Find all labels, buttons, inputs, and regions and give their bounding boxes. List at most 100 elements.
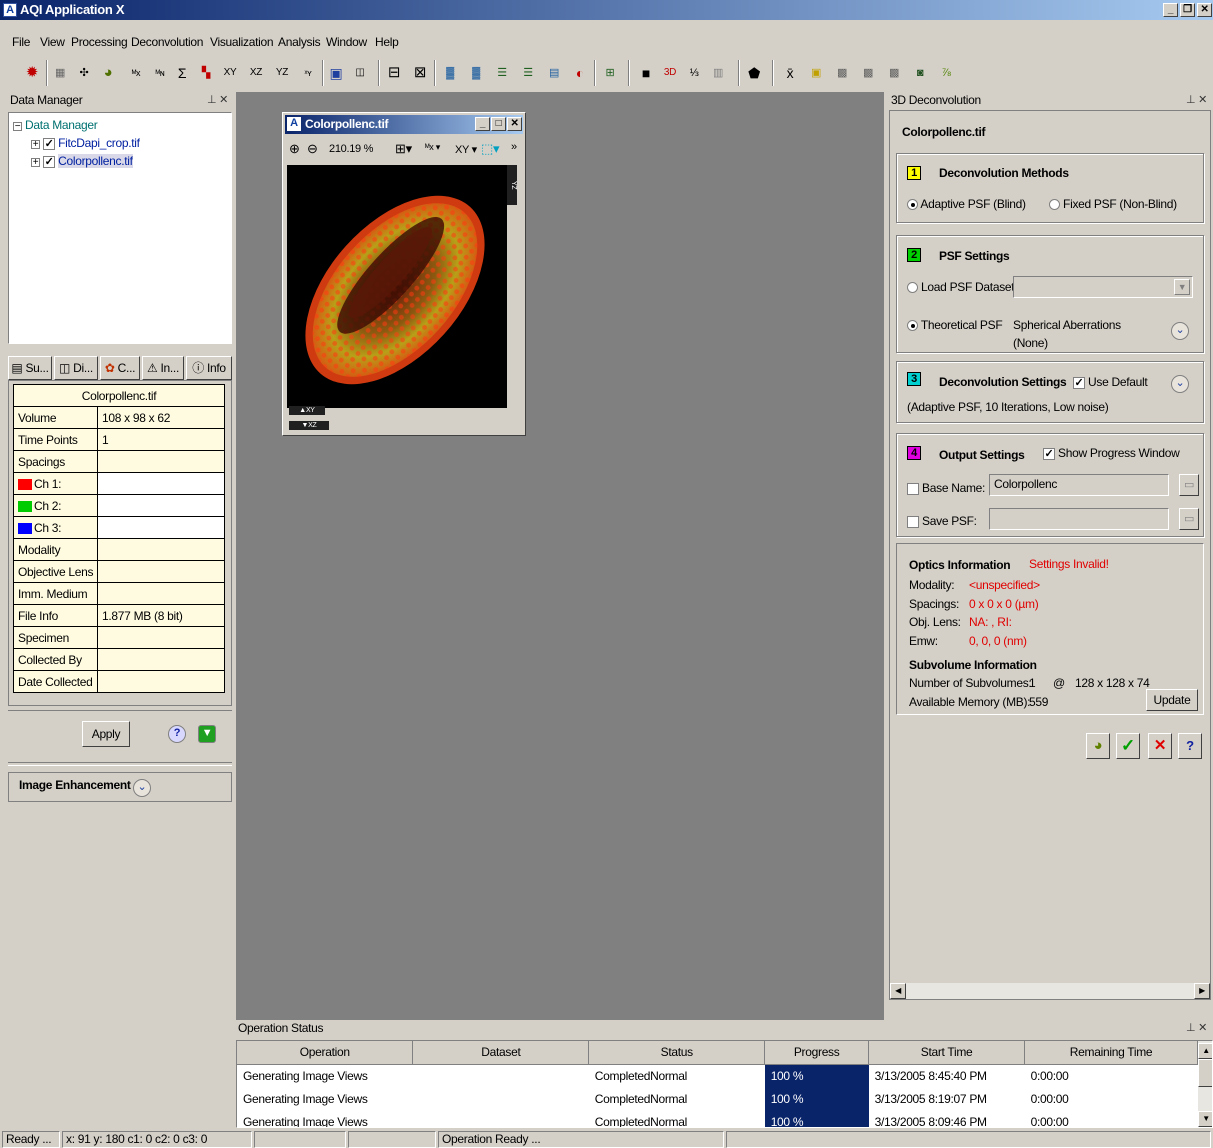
- ratio2-icon[interactable]: ⅞: [936, 63, 956, 83]
- bug-icon[interactable]: ✹: [22, 63, 42, 83]
- channel-icon[interactable]: ▚: [196, 63, 216, 83]
- scroll-left-icon[interactable]: ◀: [890, 983, 906, 999]
- property-value[interactable]: 1: [97, 428, 225, 451]
- scroll-thumb[interactable]: [1198, 1059, 1212, 1087]
- ratio-icon[interactable]: ⅓: [684, 63, 704, 83]
- menu-analysis[interactable]: Analysis: [278, 35, 321, 49]
- crosshair-icon[interactable]: ✣: [74, 63, 94, 83]
- mosaic-icon[interactable]: ▩: [832, 63, 852, 83]
- tree-root[interactable]: Data Manager: [25, 118, 98, 132]
- visibility-checkbox[interactable]: ✓: [43, 155, 56, 168]
- expand-icon[interactable]: +: [31, 158, 40, 168]
- projection-icon[interactable]: ᴹx ▾: [425, 142, 440, 153]
- dropdown-arrow-icon[interactable]: ▼: [1174, 279, 1190, 295]
- channel-swatch[interactable]: [18, 478, 32, 490]
- fixed-psf-radio[interactable]: Fixed PSF (Non-Blind): [1049, 197, 1177, 211]
- clock-icon[interactable]: ◕: [98, 63, 118, 83]
- property-value[interactable]: 1.877 MB (8 bit): [97, 604, 225, 627]
- filter2-icon[interactable]: ▓: [466, 63, 486, 83]
- expand-chevron-icon[interactable]: ⌄: [1171, 375, 1189, 393]
- column-header[interactable]: Status: [588, 1041, 766, 1065]
- zoom-out-icon[interactable]: ⊖: [307, 141, 318, 157]
- menu-deconvolution[interactable]: Deconvolution: [131, 35, 203, 49]
- property-value[interactable]: [97, 560, 225, 583]
- tree-item-colorpollenc[interactable]: + ✓ Colorpollenc.tif: [31, 154, 133, 168]
- image-minimize-button[interactable]: _: [475, 117, 490, 131]
- layout-icon[interactable]: ⊞▾: [395, 141, 412, 157]
- save-psf-input[interactable]: [989, 508, 1169, 530]
- tab-info[interactable]: ⓘ Info: [186, 356, 232, 380]
- fill-icon[interactable]: ◙: [910, 63, 930, 83]
- browse-folder-icon[interactable]: ▭: [1179, 474, 1199, 496]
- align2-icon[interactable]: ☰: [518, 63, 538, 83]
- channel-swatch[interactable]: [18, 522, 32, 534]
- base-name-input[interactable]: Colorpollenc: [989, 474, 1169, 496]
- tab-display[interactable]: ◫ Di...: [54, 356, 98, 380]
- menu-window[interactable]: Window: [326, 35, 367, 49]
- xyz-icon[interactable]: ˣʏ: [298, 63, 318, 83]
- image-close-button[interactable]: ✕: [507, 117, 522, 131]
- roi-icon[interactable]: ⬚▾: [481, 141, 500, 157]
- crop-icon[interactable]: ⊞: [600, 63, 620, 83]
- pin-close-icon[interactable]: ⊥ ✕: [207, 92, 228, 108]
- column-header[interactable]: Dataset: [412, 1041, 590, 1065]
- mosaic2-icon[interactable]: ▩: [858, 63, 878, 83]
- tree-item-fitcdapi[interactable]: + ✓ FitcDapi_crop.tif: [31, 136, 140, 150]
- stack-icon[interactable]: ▥: [708, 63, 728, 83]
- xy-icon[interactable]: XY: [220, 63, 240, 83]
- table-row[interactable]: Generating Image Views CompletedNormal 100…: [237, 1087, 1198, 1110]
- help-icon[interactable]: ?: [168, 725, 186, 743]
- update-button[interactable]: Update: [1146, 689, 1198, 711]
- close-button[interactable]: ✕: [1197, 3, 1212, 17]
- mosaic3-icon[interactable]: ▩: [884, 63, 904, 83]
- fullscreen-icon[interactable]: ⊠: [410, 63, 430, 83]
- property-value[interactable]: [97, 450, 225, 473]
- collapse-icon[interactable]: −: [13, 122, 22, 132]
- visibility-checkbox[interactable]: ✓: [43, 137, 56, 150]
- column-header[interactable]: Operation: [237, 1041, 414, 1065]
- property-value[interactable]: [97, 582, 225, 605]
- tab-summary[interactable]: ▤ Su...: [8, 356, 52, 380]
- column-header[interactable]: Progress: [764, 1041, 870, 1065]
- trash-icon[interactable]: ▼: [198, 725, 216, 743]
- merge-icon[interactable]: ▤: [544, 63, 564, 83]
- vertical-scrollbar[interactable]: ▲ ▼: [1198, 1041, 1212, 1127]
- ok-check-icon[interactable]: ✓: [1116, 733, 1140, 759]
- expand-chevron-icon[interactable]: ⌄: [1171, 322, 1189, 340]
- horizontal-scrollbar[interactable]: ◀ ▶: [890, 983, 1210, 999]
- color-icon[interactable]: ◐: [570, 63, 590, 83]
- 3d-icon[interactable]: 3D: [660, 63, 680, 83]
- max-x-icon[interactable]: ᴹx: [126, 63, 146, 83]
- xz-handle[interactable]: ▼XZ: [289, 421, 329, 430]
- theoretical-psf-radio[interactable]: Theoretical PSF: [907, 318, 1003, 332]
- tree-item-label[interactable]: Colorpollenc.tif: [58, 154, 133, 168]
- menu-view[interactable]: View: [40, 35, 65, 49]
- image-canvas[interactable]: [287, 165, 507, 408]
- table-row[interactable]: Generating Image Views CompletedNormal 100…: [237, 1110, 1198, 1127]
- expand-chevron-icon[interactable]: ⌄: [133, 779, 151, 797]
- scroll-down-icon[interactable]: ▼: [1198, 1111, 1212, 1127]
- restore-button[interactable]: ❐: [1180, 3, 1195, 17]
- apply-button[interactable]: Apply: [82, 721, 130, 747]
- show-progress-checkbox[interactable]: ✓ Show Progress Window: [1043, 446, 1180, 460]
- pin-close-icon[interactable]: ⊥ ✕: [1186, 92, 1207, 108]
- property-value[interactable]: [97, 648, 225, 671]
- menu-file[interactable]: File: [12, 35, 30, 49]
- cancel-x-icon[interactable]: ✕: [1148, 733, 1172, 759]
- filter-icon[interactable]: ▓: [440, 63, 460, 83]
- image-maximize-button[interactable]: □: [491, 117, 506, 131]
- column-header[interactable]: Start Time: [868, 1041, 1026, 1065]
- save-icon[interactable]: ▣: [326, 63, 346, 83]
- table-row[interactable]: Generating Image Views CompletedNormal 100…: [237, 1064, 1198, 1087]
- property-value[interactable]: [97, 626, 225, 649]
- grid-icon[interactable]: ▦: [50, 63, 70, 83]
- overflow-icon[interactable]: »: [511, 141, 517, 153]
- column-header[interactable]: Remaining Time: [1024, 1041, 1198, 1065]
- shield-icon[interactable]: ⬟: [744, 63, 764, 83]
- ruler-icon[interactable]: ▣: [806, 63, 826, 83]
- fit-icon[interactable]: ⊟: [384, 63, 404, 83]
- cube-icon[interactable]: ■: [636, 63, 656, 83]
- tree-item-label[interactable]: FitcDapi_crop.tif: [58, 136, 140, 150]
- help-icon[interactable]: ?: [1178, 733, 1202, 759]
- channel-swatch[interactable]: [18, 500, 32, 512]
